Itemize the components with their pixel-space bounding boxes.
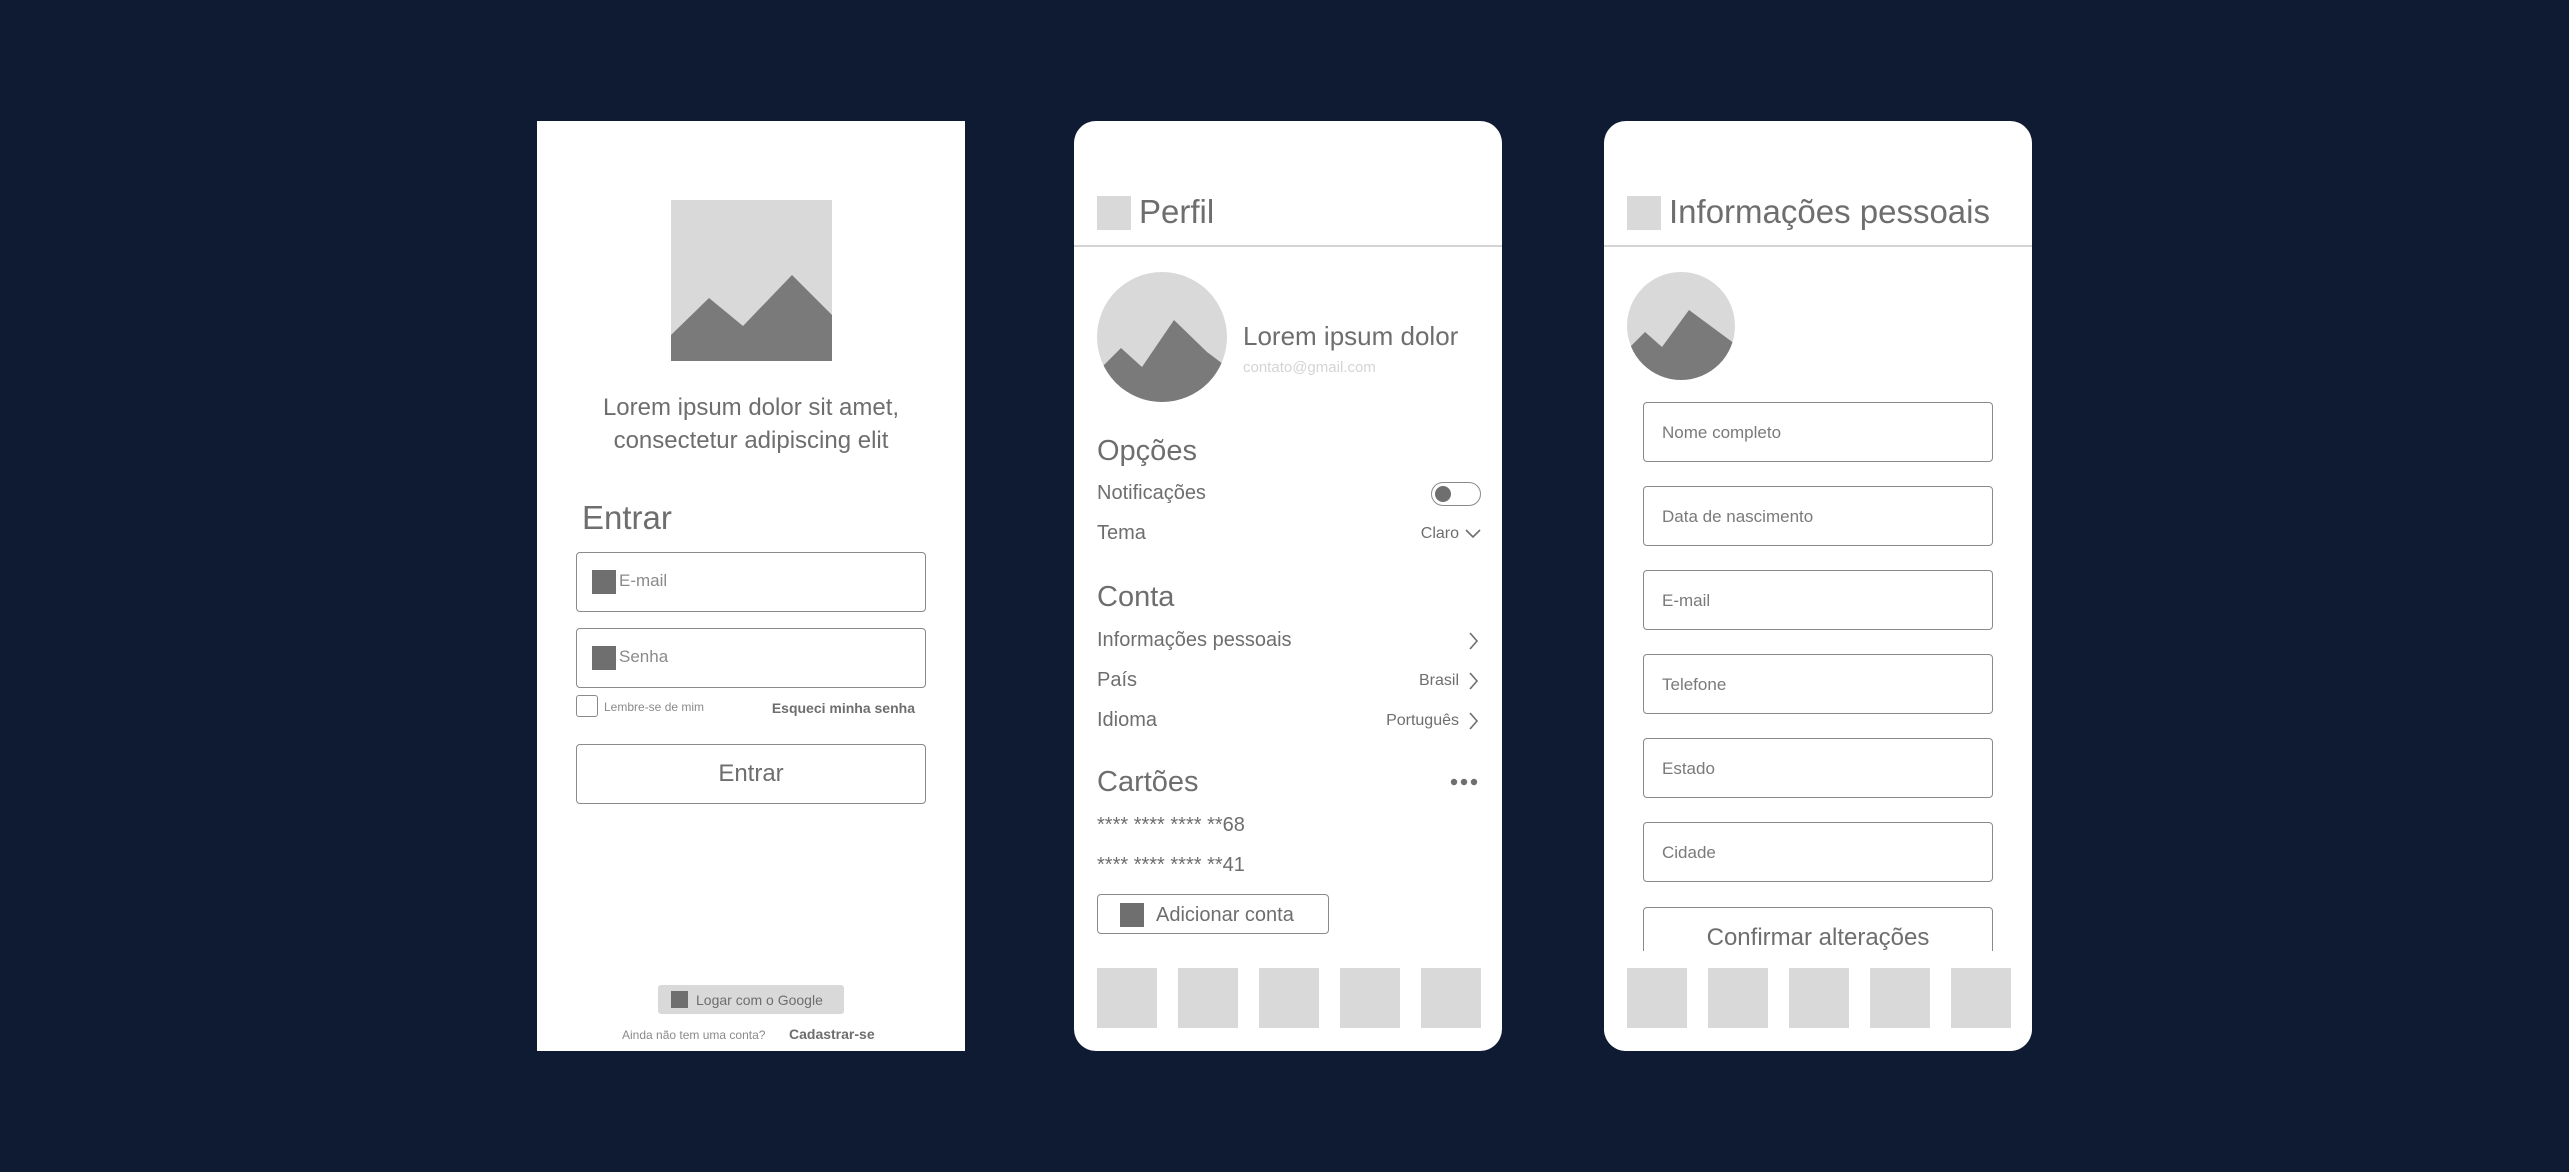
nav-item-5[interactable] [1951, 968, 2011, 1028]
remember-checkbox[interactable] [576, 695, 598, 717]
email-icon [592, 570, 616, 594]
back-icon[interactable] [1097, 196, 1131, 230]
bottom-navigation [1627, 968, 2011, 1028]
avatar[interactable] [1097, 272, 1227, 402]
language-value: Português [1386, 712, 1459, 729]
personal-info-row[interactable]: Informações pessoais [1097, 626, 1481, 656]
nav-item-5[interactable] [1421, 968, 1481, 1028]
theme-row[interactable]: Tema Claro [1097, 519, 1481, 549]
nav-item-2[interactable] [1178, 968, 1238, 1028]
theme-value: Claro [1420, 525, 1459, 542]
options-section-title: Opções [1097, 435, 1197, 467]
tagline-line-2: consectetur adipiscing elit [613, 427, 889, 454]
login-title: Entrar [582, 499, 672, 536]
chevron-right-icon [1469, 672, 1479, 690]
account-section-title: Conta [1097, 581, 1175, 613]
state-input[interactable]: Estado [1643, 738, 1993, 798]
nav-item-2[interactable] [1708, 968, 1768, 1028]
chevron-right-icon [1469, 632, 1479, 650]
add-account-label: Adicionar conta [1156, 904, 1294, 926]
full-name-input[interactable]: Nome completo [1643, 402, 1993, 462]
add-account-button[interactable]: Adicionar conta [1097, 894, 1329, 934]
password-placeholder: Senha [619, 647, 669, 666]
notifications-toggle[interactable] [1431, 482, 1481, 506]
profile-email: contato@gmail.com [1243, 359, 1376, 376]
notifications-label: Notificações [1097, 482, 1206, 504]
notifications-row[interactable]: Notificações [1097, 479, 1481, 509]
login-tagline: Lorem ipsum dolor sit amet, consectetur … [557, 391, 945, 457]
chevron-down-icon[interactable] [1465, 525, 1481, 543]
signup-question: Ainda não tem uma conta? [622, 1028, 766, 1042]
card-item[interactable]: **** **** **** **41 [1097, 854, 1245, 877]
forgot-password-link[interactable]: Esqueci minha senha [772, 700, 915, 716]
mountain-image-icon [671, 275, 832, 361]
add-icon [1120, 903, 1144, 927]
language-row[interactable]: Idioma Português [1097, 706, 1481, 736]
email-placeholder: E-mail [1662, 591, 1711, 610]
country-row[interactable]: País Brasil [1097, 666, 1481, 696]
nav-item-4[interactable] [1870, 968, 1930, 1028]
nav-item-4[interactable] [1340, 968, 1400, 1028]
personal-info-screen: Informações pessoais Nome completo Data … [1604, 121, 2032, 1051]
profile-header: Perfil [1074, 121, 1502, 247]
birth-date-placeholder: Data de nascimento [1662, 507, 1814, 526]
card-item[interactable]: **** **** **** **68 [1097, 814, 1245, 837]
theme-label: Tema [1097, 522, 1146, 544]
bottom-navigation [1097, 968, 1481, 1028]
email-input[interactable]: E-mail [1643, 570, 1993, 630]
profile-name: Lorem ipsum dolor [1243, 321, 1459, 351]
login-button[interactable]: Entrar [576, 744, 926, 804]
lock-icon [592, 646, 616, 670]
toggle-knob [1435, 486, 1451, 502]
signup-link[interactable]: Cadastrar-se [789, 1026, 875, 1042]
country-value: Brasil [1418, 672, 1459, 689]
avatar[interactable] [1627, 272, 1735, 380]
mountain-image-icon [1097, 320, 1227, 402]
back-icon[interactable] [1627, 196, 1661, 230]
google-icon [671, 991, 688, 1008]
language-label: Idioma [1097, 709, 1158, 731]
birth-date-input[interactable]: Data de nascimento [1643, 486, 1993, 546]
phone-input[interactable]: Telefone [1643, 654, 1993, 714]
email-input[interactable]: E-mail [576, 552, 926, 612]
google-login-button[interactable]: Logar com o Google [658, 985, 844, 1014]
phone-placeholder: Telefone [1662, 675, 1727, 694]
tagline-line-1: Lorem ipsum dolor sit amet, [602, 394, 900, 421]
state-placeholder: Estado [1662, 759, 1715, 778]
nav-item-1[interactable] [1627, 968, 1687, 1028]
email-placeholder: E-mail [619, 571, 668, 590]
full-name-placeholder: Nome completo [1662, 423, 1782, 442]
city-placeholder: Cidade [1662, 843, 1716, 862]
profile-screen: Perfil Lorem ipsum dolor contato@gmail.c… [1074, 121, 1502, 1051]
hero-image-placeholder [671, 200, 832, 361]
google-login-label: Logar com o Google [696, 992, 823, 1008]
mountain-image-icon [1627, 310, 1735, 380]
nav-item-3[interactable] [1259, 968, 1319, 1028]
country-label: País [1097, 669, 1138, 691]
chevron-right-icon [1469, 712, 1479, 730]
password-input[interactable]: Senha [576, 628, 926, 688]
city-input[interactable]: Cidade [1643, 822, 1993, 882]
page-title: Perfil [1139, 193, 1215, 230]
page-title: Informações pessoais [1669, 193, 1990, 230]
personal-info-label: Informações pessoais [1097, 629, 1292, 651]
more-options-icon[interactable] [1449, 777, 1479, 787]
login-screen: Lorem ipsum dolor sit amet, consectetur … [537, 121, 965, 1051]
nav-item-3[interactable] [1789, 968, 1849, 1028]
remember-label: Lembre-se de mim [604, 700, 705, 714]
nav-item-1[interactable] [1097, 968, 1157, 1028]
cards-section-title: Cartões [1097, 766, 1199, 798]
personal-info-header: Informações pessoais [1604, 121, 2032, 247]
